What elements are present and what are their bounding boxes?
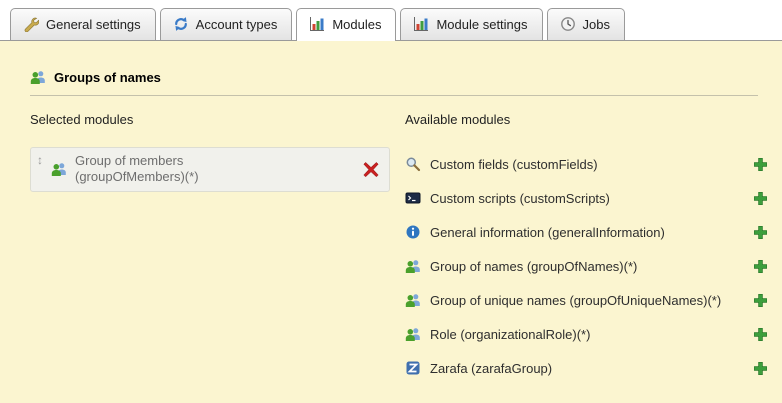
add-module-button[interactable]: [753, 327, 768, 342]
tab-modules[interactable]: Modules: [296, 8, 396, 41]
available-module-label: Zarafa (zarafaGroup): [430, 361, 552, 376]
add-module-button[interactable]: [753, 225, 768, 240]
available-module-row: Group of unique names (groupOfUniqueName…: [405, 283, 768, 317]
available-module-label: Group of unique names (groupOfUniqueName…: [430, 293, 721, 308]
group-icon: [405, 292, 421, 308]
add-module-button[interactable]: [753, 259, 768, 274]
zarafa-icon: [405, 360, 421, 376]
refresh-icon: [173, 16, 189, 32]
group-icon: [30, 69, 46, 85]
tab-label: Modules: [332, 17, 381, 32]
tab-general-settings[interactable]: General settings: [10, 8, 156, 40]
selected-module-row[interactable]: ↕ Group of members (groupOfMembers)(*): [30, 147, 390, 192]
clock-icon: [560, 16, 576, 32]
available-module-row: Zarafa (zarafaGroup): [405, 351, 768, 385]
selected-module-label: Group of members (groupOfMembers)(*): [75, 153, 199, 186]
add-module-button[interactable]: [753, 293, 768, 308]
settings-page: General settings Account types: [0, 0, 782, 403]
add-module-button[interactable]: [753, 191, 768, 206]
magnifier-icon: [405, 156, 421, 172]
available-module-row: Role (organizationalRole)(*): [405, 317, 768, 351]
available-module-label: Group of names (groupOfNames)(*): [430, 259, 637, 274]
section-title: Groups of names: [30, 69, 768, 85]
tab-label: Jobs: [583, 17, 610, 32]
chart-icon: [413, 16, 429, 32]
module-id: (groupOfMembers)(*): [75, 169, 199, 184]
drag-handle-icon[interactable]: ↕: [37, 153, 43, 166]
tab-label: Account types: [196, 17, 278, 32]
script-icon: [405, 190, 421, 206]
add-module-button[interactable]: [753, 157, 768, 172]
available-module-label: Custom fields (customFields): [430, 157, 598, 172]
group-icon: [405, 258, 421, 274]
section-title-text: Groups of names: [54, 70, 161, 85]
tab-module-settings[interactable]: Module settings: [400, 8, 542, 40]
tab-label: Module settings: [436, 17, 527, 32]
tab-jobs[interactable]: Jobs: [547, 8, 625, 40]
wrench-icon: [23, 16, 39, 32]
available-module-row: General information (generalInformation): [405, 215, 768, 249]
group-icon: [405, 326, 421, 342]
remove-module-button[interactable]: [363, 161, 379, 177]
available-modules-heading: Available modules: [405, 112, 768, 127]
chart-icon: [309, 16, 325, 32]
tab-label: General settings: [46, 17, 141, 32]
available-module-label: Custom scripts (customScripts): [430, 191, 610, 206]
info-icon: [405, 224, 421, 240]
add-module-button[interactable]: [753, 361, 768, 376]
modules-panel: Groups of names Selected modules ↕: [0, 41, 782, 403]
available-module-label: General information (generalInformation): [430, 225, 665, 240]
available-module-label: Role (organizationalRole)(*): [430, 327, 590, 342]
section-divider: [30, 95, 758, 96]
available-module-row: Custom fields (customFields): [405, 147, 768, 181]
module-name: Group of members: [75, 153, 183, 168]
selected-modules-heading: Selected modules: [30, 112, 405, 127]
available-module-row: Group of names (groupOfNames)(*): [405, 249, 768, 283]
tab-account-types[interactable]: Account types: [160, 8, 293, 40]
available-module-row: Custom scripts (customScripts): [405, 181, 768, 215]
tab-bar: General settings Account types: [0, 0, 782, 41]
group-icon: [51, 161, 67, 177]
